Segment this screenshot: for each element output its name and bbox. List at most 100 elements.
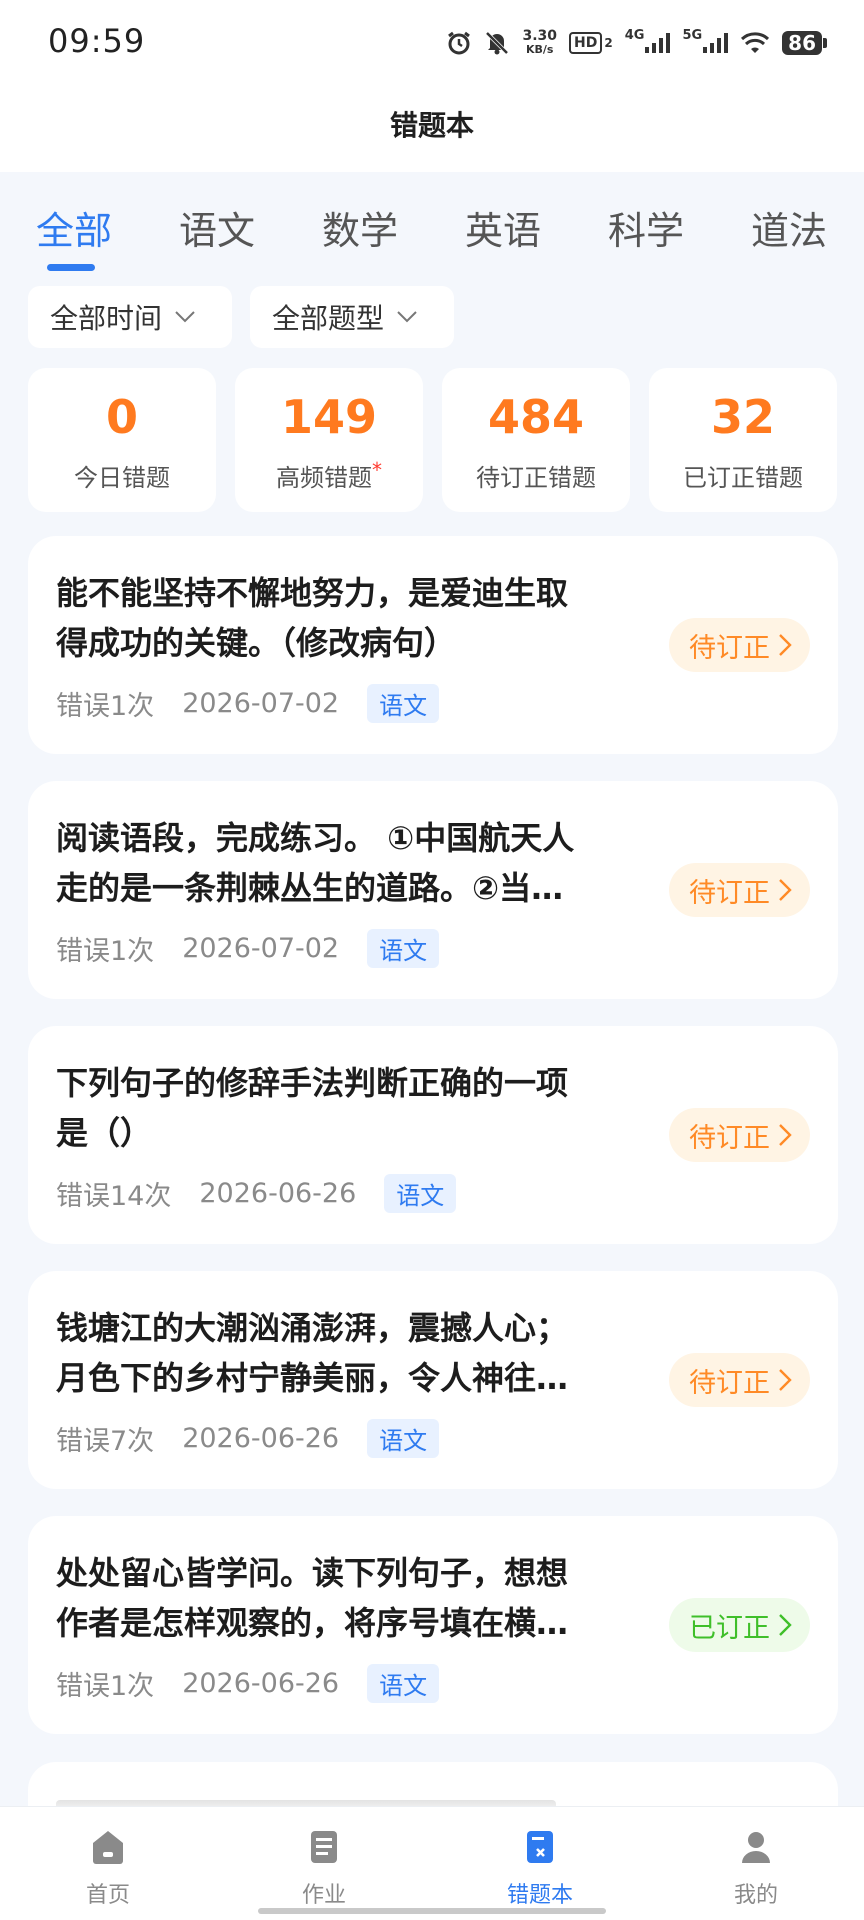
signal-icon-5g: 5G <box>682 28 729 54</box>
tab-english[interactable]: 英语 <box>465 200 541 255</box>
time-filter-dropdown[interactable]: 全部时间 <box>28 286 232 348</box>
question-line-2: 得成功的关键。（修改病句） <box>56 624 457 662</box>
page-title: 错题本 <box>389 109 474 142</box>
question-line-1: 能不能坚持不懈地努力，是爱迪生取 <box>56 574 569 612</box>
question-line-2: 月色下的乡村宁静美丽，令人神往… <box>56 1359 569 1397</box>
chevron-right-icon <box>778 1613 792 1637</box>
mute-icon <box>484 30 510 56</box>
nav-profile[interactable]: 我的 <box>648 1807 864 1920</box>
net-type-2: 5G <box>682 27 703 43</box>
network-speed: 3.30 KB/s <box>522 29 557 57</box>
subject-tag: 语文 <box>367 684 440 723</box>
mistake-date: 2026-06-26 <box>199 1178 357 1209</box>
mistake-card[interactable]: 处处留心皆学问。读下列句子，想想 作者是怎样观察的，将序号填在横… 错误1次 2… <box>28 1516 838 1734</box>
correct-status-button[interactable]: 待订正 <box>669 618 810 672</box>
question-text: 处处留心皆学问。读下列句子，想想 作者是怎样观察的，将序号填在横… <box>56 1548 646 1648</box>
tab-science[interactable]: 科学 <box>608 200 684 255</box>
battery-icon: 86 <box>782 31 827 55</box>
mistakes-icon <box>527 1831 553 1863</box>
home-icon <box>93 1831 123 1864</box>
chevron-right-icon <box>778 633 792 657</box>
subject-tabs: 全部 语文 数学 英语 科学 道法 <box>0 172 864 272</box>
question-line-2: 作者是怎样观察的，将序号填在横… <box>56 1604 569 1642</box>
stat-label: 今日错题 <box>74 464 170 492</box>
mistake-card[interactable]: 能不能坚持不懈地努力，是爱迪生取 得成功的关键。（修改病句） 错误1次 2026… <box>28 536 838 754</box>
question-type-filter-dropdown[interactable]: 全部题型 <box>250 286 454 348</box>
question-text: 阅读语段，完成练习。 ①中国航天人 走的是一条荆棘丛生的道路。②当… <box>56 813 646 913</box>
status-label: 待订正 <box>689 877 770 909</box>
question-text: 能不能坚持不懈地努力，是爱迪生取 得成功的关键。（修改病句） <box>56 568 646 668</box>
question-line-1: 下列句子的修辞手法判断正确的一项 <box>56 1064 569 1102</box>
status-label: 已订正 <box>689 1612 770 1644</box>
profile-icon <box>742 1832 770 1863</box>
mistake-date: 2026-06-26 <box>182 1423 340 1454</box>
tab-morality-law[interactable]: 道法 <box>751 200 827 255</box>
mistake-card[interactable]: 阅读语段，完成练习。 ①中国航天人 走的是一条荆棘丛生的道路。②当… 错误1次 … <box>28 781 838 999</box>
home-indicator-bar <box>258 1908 606 1914</box>
nav-label: 首页 <box>85 1883 130 1908</box>
stat-label: 已订正错题 <box>683 464 803 492</box>
tab-all[interactable]: 全部 <box>36 200 112 255</box>
time-filter-label: 全部时间 <box>50 302 163 335</box>
error-count: 错误7次 <box>56 1426 155 1457</box>
error-count: 错误1次 <box>56 1671 155 1702</box>
question-type-filter-label: 全部题型 <box>272 302 385 335</box>
error-count: 错误14次 <box>56 1181 172 1212</box>
correct-status-button[interactable]: 已订正 <box>669 1598 810 1652</box>
required-marker: * <box>372 458 382 482</box>
alarm-icon <box>446 30 472 56</box>
card-meta: 错误1次 2026-06-26 语文 <box>56 1664 440 1703</box>
question-text: 钱塘江的大潮汹涌澎湃，震撼人心； 月色下的乡村宁静美丽，令人神往… <box>56 1303 646 1403</box>
mistake-card[interactable]: 钱塘江的大潮汹涌澎湃，震撼人心； 月色下的乡村宁静美丽，令人神往… 错误7次 2… <box>28 1271 838 1489</box>
tab-chinese[interactable]: 语文 <box>179 200 255 255</box>
question-line-1: 阅读语段，完成练习。 ①中国航天人 <box>56 819 575 857</box>
error-count: 错误1次 <box>56 936 155 967</box>
subject-tag: 语文 <box>384 1174 457 1213</box>
subject-tag: 语文 <box>367 929 440 968</box>
correct-status-button[interactable]: 待订正 <box>669 863 810 917</box>
status-label: 待订正 <box>689 1367 770 1399</box>
subject-tag: 语文 <box>367 1419 440 1458</box>
nav-label: 我的 <box>733 1883 778 1908</box>
stat-corrected[interactable]: 32 已订正错题 <box>649 368 837 512</box>
active-tab-indicator <box>47 264 95 271</box>
nav-label: 错题本 <box>506 1883 573 1908</box>
stat-value: 0 <box>105 390 138 444</box>
question-line-1: 钱塘江的大潮汹涌澎湃，震撼人心； <box>56 1309 569 1347</box>
speed-unit: KB/s <box>526 43 554 56</box>
stat-value: 149 <box>280 390 378 444</box>
question-line-1: 处处留心皆学问。读下列句子，想想 <box>56 1554 569 1592</box>
nav-label: 作业 <box>301 1883 346 1908</box>
homework-icon <box>311 1831 337 1863</box>
bottom-navigation: 首页 作业 错题本 我的 <box>0 1806 864 1920</box>
stat-frequent-mistakes[interactable]: 149 高频错题* <box>235 368 423 512</box>
card-meta: 错误1次 2026-07-02 语文 <box>56 684 440 723</box>
card-meta: 错误7次 2026-06-26 语文 <box>56 1419 440 1458</box>
question-line-2: 是（） <box>56 1114 153 1152</box>
status-icons: 3.30 KB/s HD 2 4G 5G 86 <box>446 26 827 60</box>
hd-badge: HD 2 <box>569 32 613 54</box>
nav-homework[interactable]: 作业 <box>216 1807 432 1920</box>
mistake-card[interactable]: 下列句子的修辞手法判断正确的一项 是（） 错误14次 2026-06-26 语文… <box>28 1026 838 1244</box>
nav-mistakes[interactable]: 错题本 <box>432 1807 648 1920</box>
hd-label: HD <box>569 32 603 54</box>
nav-home[interactable]: 首页 <box>0 1807 216 1920</box>
stat-label-wrap: 高频错题* <box>235 458 423 493</box>
chevron-down-icon <box>396 310 418 324</box>
correct-status-button[interactable]: 待订正 <box>669 1353 810 1407</box>
wifi-icon <box>740 31 770 55</box>
chevron-right-icon <box>778 878 792 902</box>
stat-today-mistakes[interactable]: 0 今日错题 <box>28 368 216 512</box>
stat-pending-corrections[interactable]: 484 待订正错题 <box>442 368 630 512</box>
question-text: 下列句子的修辞手法判断正确的一项 是（） <box>56 1058 646 1158</box>
signal-icon-4g: 4G <box>625 28 671 54</box>
correct-status-button[interactable]: 待订正 <box>669 1108 810 1162</box>
mistake-date: 2026-07-02 <box>182 933 340 964</box>
status-label: 待订正 <box>689 1122 770 1154</box>
stat-value: 484 <box>487 390 585 444</box>
status-bar: 09:59 3.30 KB/s HD 2 4G 5G 86 <box>0 0 864 86</box>
tab-math[interactable]: 数学 <box>322 200 398 255</box>
chevron-right-icon <box>778 1123 792 1147</box>
question-line-2: 走的是一条荆棘丛生的道路。②当… <box>56 869 564 907</box>
card-meta: 错误14次 2026-06-26 语文 <box>56 1174 457 1213</box>
